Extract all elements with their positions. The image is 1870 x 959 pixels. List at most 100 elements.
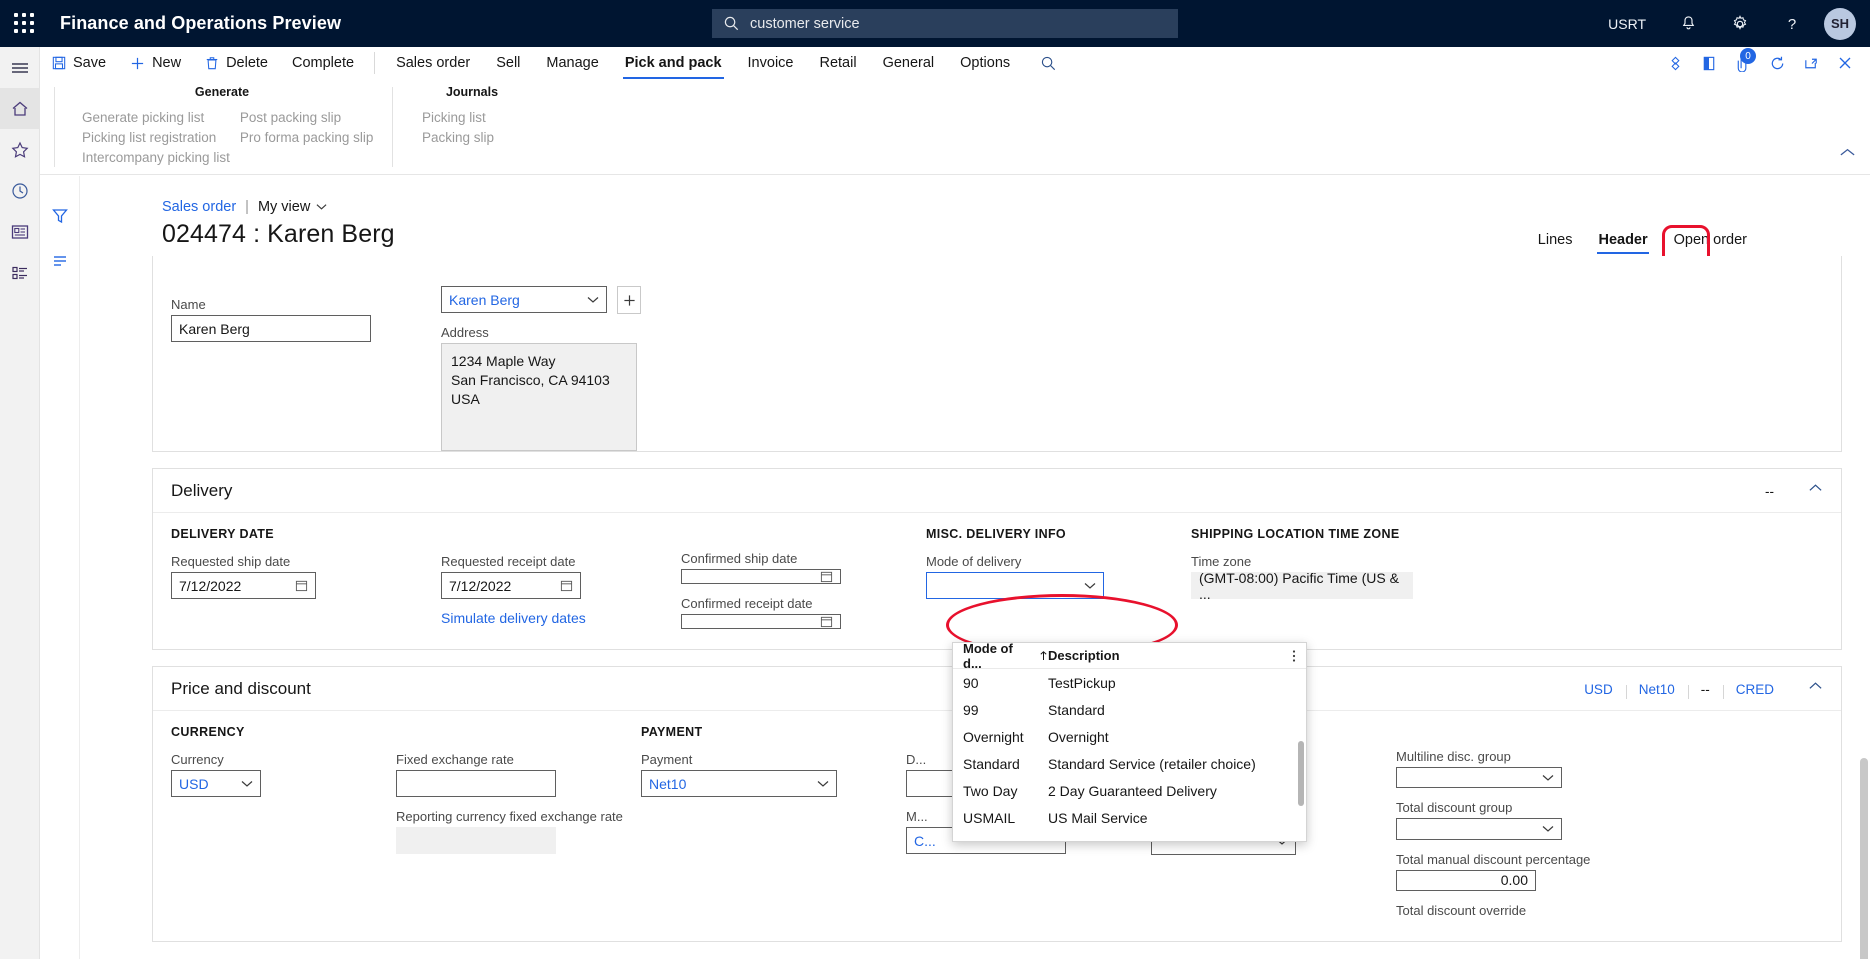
currency-group: CURRENCY Currency USD (171, 725, 396, 921)
tab-manage[interactable]: Manage (533, 47, 611, 79)
calendar-icon[interactable] (560, 579, 573, 592)
workspace-icon[interactable] (0, 211, 40, 252)
total-manual-discount-input[interactable]: 0.00 (1396, 869, 1536, 891)
attachment-icon[interactable]: 0 (1726, 47, 1760, 79)
ribbon-collapse-button[interactable] (1839, 147, 1856, 158)
company-indicator[interactable]: USRT (1591, 0, 1663, 47)
picking-list-command[interactable]: Picking list (422, 108, 522, 127)
mode-option-overnight[interactable]: Overnight Overnight (953, 723, 1306, 750)
confirmed-dates-group: . Confirmed ship date Confirmed receipt … (681, 527, 926, 629)
mode-option-90[interactable]: 90 TestPickup (953, 669, 1306, 696)
add-delivery-address-button[interactable] (617, 286, 641, 314)
chevron-down-icon[interactable] (1084, 582, 1096, 590)
requested-receipt-date-label: Requested receipt date (441, 554, 576, 569)
exchange-rate-group: . Fixed exchange rate Reporting currency… (396, 725, 641, 921)
payment-select[interactable]: Net10 (641, 770, 837, 797)
picking-list-registration-command[interactable]: Picking list registration (82, 128, 240, 147)
modules-icon[interactable] (0, 252, 40, 293)
app-launcher-icon[interactable] (12, 12, 36, 36)
mode-of-delivery-input[interactable] (926, 572, 1104, 599)
breadcrumb-link-sales-order[interactable]: Sales order (162, 199, 236, 215)
requested-receipt-date-value: 7/12/2022 (449, 577, 512, 594)
chevron-up-icon[interactable] (1808, 681, 1823, 691)
tab-open-order[interactable]: Open order (1661, 226, 1760, 254)
mode-option-overnight-code: Overnight (963, 728, 1024, 745)
delete-button[interactable]: Delete (193, 47, 280, 79)
complete-button[interactable]: Complete (280, 47, 366, 79)
mode-dropdown-col2-header[interactable]: Description (1048, 648, 1120, 663)
calendar-icon[interactable] (820, 570, 833, 583)
ribbon-divider-mid (392, 87, 393, 167)
gear-icon[interactable] (1714, 0, 1766, 47)
tab-header[interactable]: Header (1585, 226, 1660, 254)
view-selector[interactable]: My view (258, 199, 327, 215)
hamburger-icon[interactable] (0, 47, 40, 88)
post-packing-slip-command[interactable]: Post packing slip (240, 108, 384, 127)
tab-lines[interactable]: Lines (1525, 226, 1586, 254)
packing-slip-command[interactable]: Packing slip (422, 128, 522, 147)
action-search-icon[interactable] (1031, 47, 1065, 79)
confirmed-receipt-date-input[interactable] (681, 614, 841, 629)
tab-sales-order[interactable]: Sales order (383, 47, 483, 79)
related-info-icon[interactable] (40, 238, 80, 282)
requested-receipt-date-input[interactable]: 7/12/2022 (441, 572, 581, 599)
star-icon[interactable] (0, 129, 40, 170)
time-zone-value: (GMT-08:00) Pacific Time (US & ... (1199, 569, 1399, 602)
tab-pick-and-pack[interactable]: Pick and pack (612, 47, 735, 79)
clock-icon[interactable] (0, 170, 40, 211)
pro-forma-packing-slip-command[interactable]: Pro forma packing slip (240, 128, 384, 147)
chevron-up-icon[interactable] (1808, 483, 1823, 493)
save-button[interactable]: Save (40, 47, 118, 79)
refresh-icon[interactable] (1760, 47, 1794, 79)
simulate-delivery-dates-link[interactable]: Simulate delivery dates (441, 610, 681, 626)
name-value: Karen Berg (179, 320, 250, 337)
requested-ship-date-input[interactable]: 7/12/2022 (171, 572, 316, 599)
more-vertical-icon[interactable] (1292, 649, 1296, 663)
tab-open-order-label: Open order (1673, 232, 1747, 248)
filter-icon[interactable] (40, 194, 80, 238)
currency-label: Currency (171, 752, 224, 767)
mode-option-usmail[interactable]: USMAIL US Mail Service (953, 804, 1306, 831)
popout-icon[interactable] (1794, 47, 1828, 79)
confirmed-ship-date-input[interactable] (681, 569, 841, 584)
delivery-section-header[interactable]: Delivery -- (153, 469, 1841, 513)
tab-general[interactable]: General (870, 47, 948, 79)
avatar[interactable]: SH (1824, 7, 1856, 40)
generate-picking-list-command[interactable]: Generate picking list (82, 108, 240, 127)
currency-select[interactable]: USD (171, 770, 261, 797)
action-pane: Save New Delete Complete Sales order Sel… (40, 47, 1870, 79)
mode-option-two-day[interactable]: Two Day 2 Day Guaranteed Delivery (953, 777, 1306, 804)
calendar-icon[interactable] (295, 579, 308, 592)
new-button[interactable]: New (118, 47, 193, 79)
delivery-address-lookup[interactable]: Karen Berg (441, 286, 608, 313)
calendar-icon[interactable] (820, 615, 833, 628)
tab-sell[interactable]: Sell (483, 47, 533, 79)
tab-retail[interactable]: Retail (806, 47, 869, 79)
global-search-input[interactable]: customer service (712, 9, 1178, 38)
mode-option-standard[interactable]: Standard Standard Service (retailer choi… (953, 750, 1306, 777)
close-icon[interactable] (1828, 47, 1862, 79)
tab-options[interactable]: Options (947, 47, 1023, 79)
price-summary-cred[interactable]: CRED (1722, 682, 1787, 699)
mode-dropdown-scrollbar[interactable] (1298, 741, 1304, 806)
total-discount-group-select[interactable] (1396, 818, 1562, 840)
question-mark-icon[interactable]: ? (1766, 0, 1818, 47)
price-summary-payment[interactable]: Net10 (1625, 682, 1688, 699)
price-summary-currency[interactable]: USD (1571, 682, 1626, 697)
page-scrollbar-thumb[interactable] (1860, 758, 1868, 959)
tab-options-label: Options (960, 55, 1011, 71)
left-navigation-rail (0, 47, 40, 959)
multiline-disc-group-select[interactable] (1396, 767, 1562, 789)
intercompany-picking-list-command[interactable]: Intercompany picking list (82, 148, 240, 167)
tab-invoice[interactable]: Invoice (735, 47, 807, 79)
office-icon[interactable] (1692, 47, 1726, 79)
mode-option-99[interactable]: 99 Standard (953, 696, 1306, 723)
bell-icon[interactable] (1663, 0, 1714, 47)
name-input[interactable]: Karen Berg (171, 315, 371, 342)
home-icon[interactable] (0, 88, 40, 129)
fixed-exchange-rate-input[interactable] (396, 770, 556, 797)
mode-dropdown-col1-header[interactable]: Mode of d... (963, 641, 1031, 671)
page-scrollbar[interactable] (1860, 458, 1868, 959)
share-icon[interactable] (1658, 47, 1692, 79)
mode-option-two-day-description: 2 Day Guaranteed Delivery (1048, 782, 1217, 799)
